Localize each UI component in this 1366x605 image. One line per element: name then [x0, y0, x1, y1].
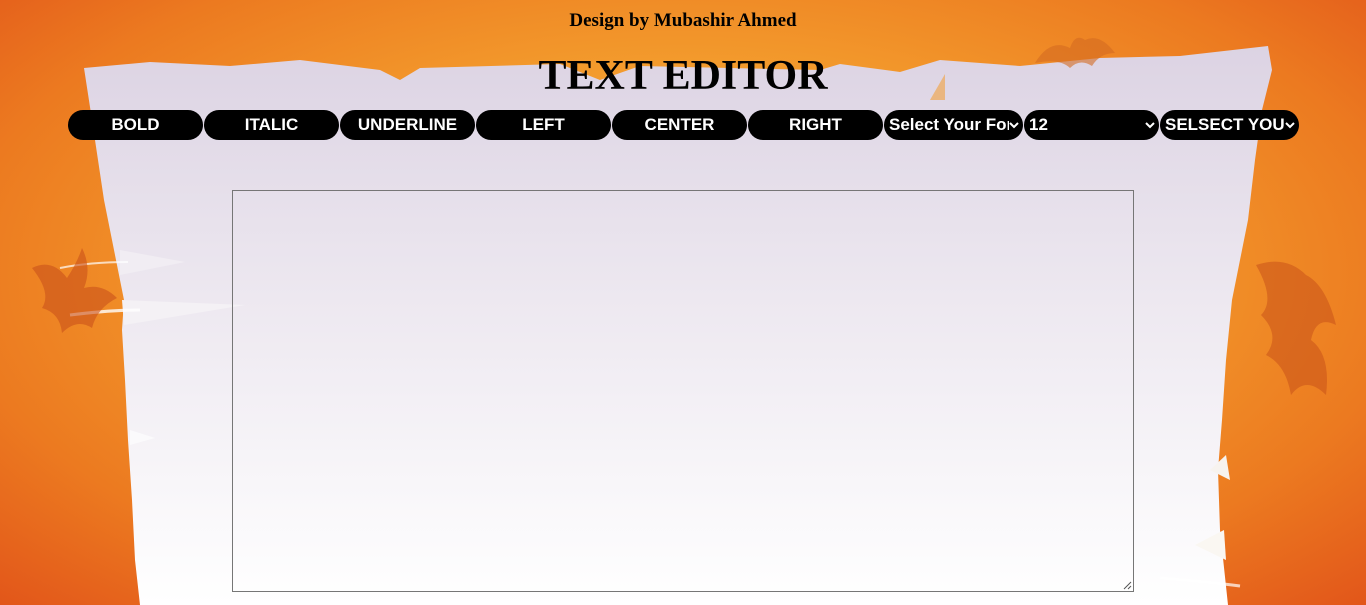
- font-size-select[interactable]: 12: [1024, 110, 1159, 140]
- bold-button[interactable]: BOLD: [68, 110, 203, 140]
- font-family-select-value: Select Your Font: [889, 115, 1009, 134]
- color-select-value: SELSECT YOUR COLOR: [1165, 115, 1285, 134]
- bat-right-decoration: [1256, 261, 1336, 395]
- align-center-button[interactable]: CENTER: [612, 110, 747, 140]
- text-editor-area[interactable]: [232, 190, 1134, 592]
- align-left-button[interactable]: LEFT: [476, 110, 611, 140]
- color-select[interactable]: SELSECT YOUR COLOR: [1160, 110, 1299, 140]
- formatting-toolbar: BOLD ITALIC UNDERLINE LEFT CENTER RIGHT …: [68, 110, 1299, 140]
- italic-button[interactable]: ITALIC: [204, 110, 339, 140]
- designer-credit: Design by Mubashir Ahmed: [569, 10, 797, 31]
- chevron-down-icon: [1009, 120, 1019, 130]
- align-right-button[interactable]: RIGHT: [748, 110, 883, 140]
- underline-button[interactable]: UNDERLINE: [340, 110, 475, 140]
- bat-left-decoration: [32, 248, 117, 333]
- page-title: TEXT EDITOR: [538, 53, 828, 99]
- font-family-select[interactable]: Select Your Font: [884, 110, 1023, 140]
- chevron-down-icon: [1285, 120, 1295, 130]
- chevron-down-icon: [1145, 120, 1155, 130]
- resize-handle-icon[interactable]: [1122, 580, 1132, 590]
- font-size-select-value: 12: [1029, 115, 1048, 134]
